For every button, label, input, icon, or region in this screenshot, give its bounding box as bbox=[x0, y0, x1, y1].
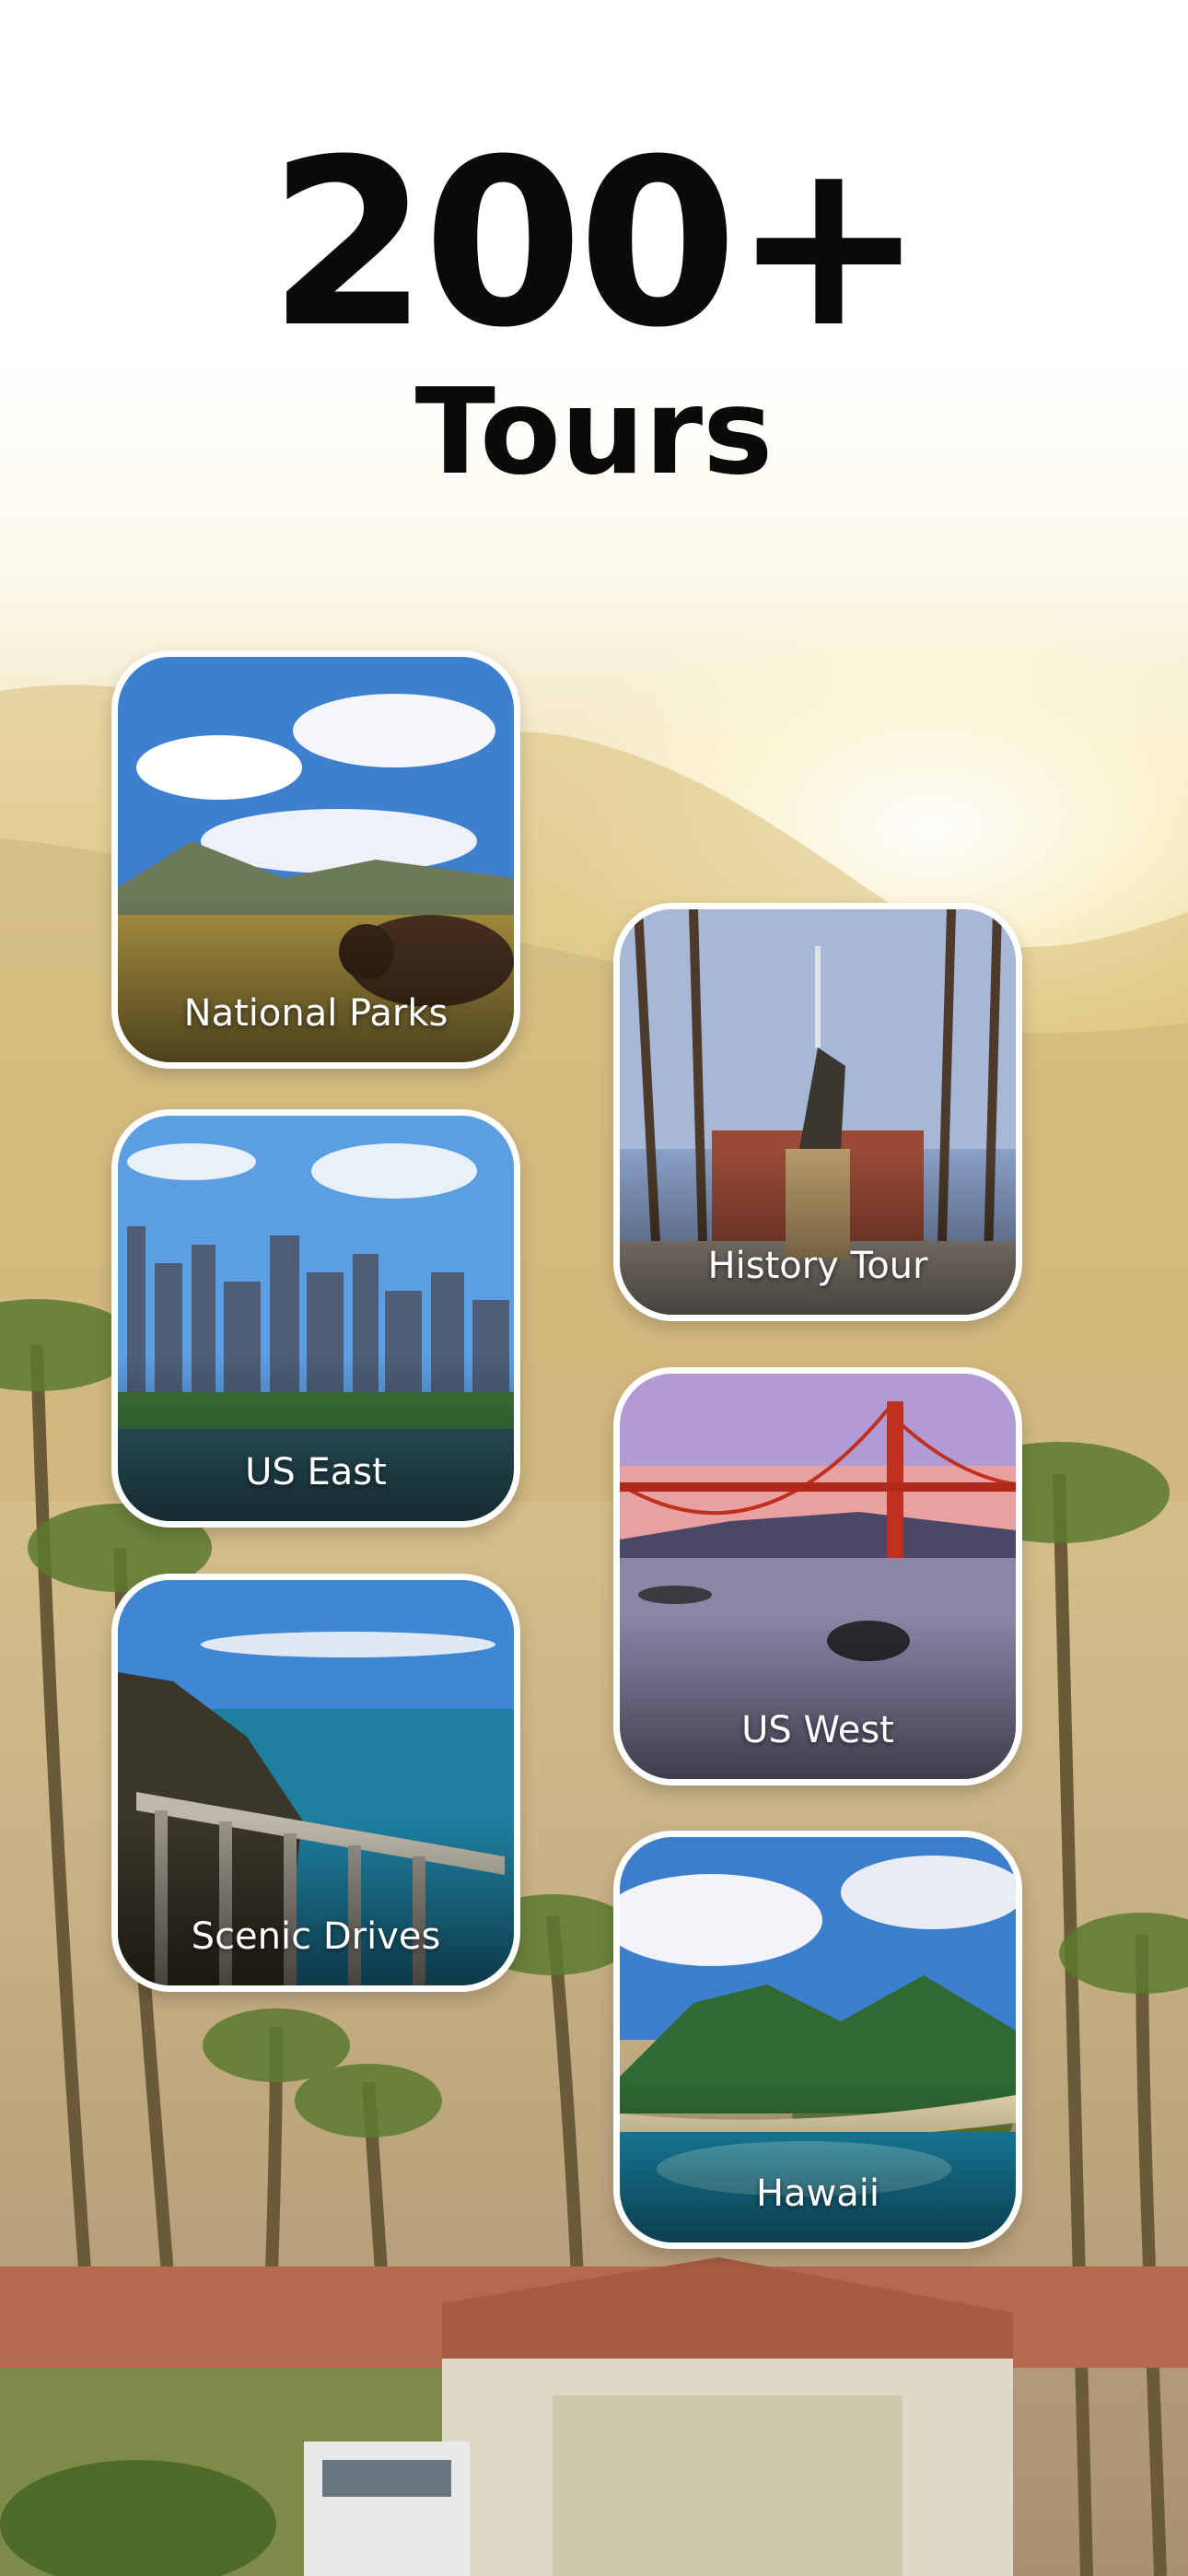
house-scene bbox=[0, 2257, 1188, 2576]
card-shade bbox=[118, 1820, 514, 1985]
tour-count-label: Tours bbox=[414, 364, 774, 501]
tour-card-label: US West bbox=[741, 1709, 894, 1751]
tour-card-label: Scenic Drives bbox=[191, 1915, 441, 1958]
tour-card-national-parks[interactable]: National Parks bbox=[111, 650, 520, 1069]
tour-card-us-west[interactable]: US West bbox=[613, 1367, 1022, 1786]
headline: 200+ Tours bbox=[0, 129, 1188, 492]
card-shade bbox=[118, 896, 514, 1062]
card-shade bbox=[620, 1149, 1016, 1315]
tour-card-us-east[interactable]: US East bbox=[111, 1109, 520, 1528]
tour-card-label: History Tour bbox=[707, 1245, 928, 1287]
tour-count: 200+ bbox=[268, 110, 925, 378]
tour-card-scenic-drives[interactable]: Scenic Drives bbox=[111, 1574, 520, 1992]
card-shade bbox=[118, 1355, 514, 1521]
card-shade bbox=[620, 2077, 1016, 2242]
tour-card-label: National Parks bbox=[183, 992, 448, 1035]
card-shade bbox=[620, 1613, 1016, 1779]
tour-card-label: Hawaii bbox=[755, 2172, 880, 2215]
tour-card-history-tour[interactable]: History Tour bbox=[613, 903, 1022, 1321]
tour-card-label: US East bbox=[245, 1451, 387, 1493]
tour-card-hawaii[interactable]: Hawaii bbox=[613, 1831, 1022, 2249]
